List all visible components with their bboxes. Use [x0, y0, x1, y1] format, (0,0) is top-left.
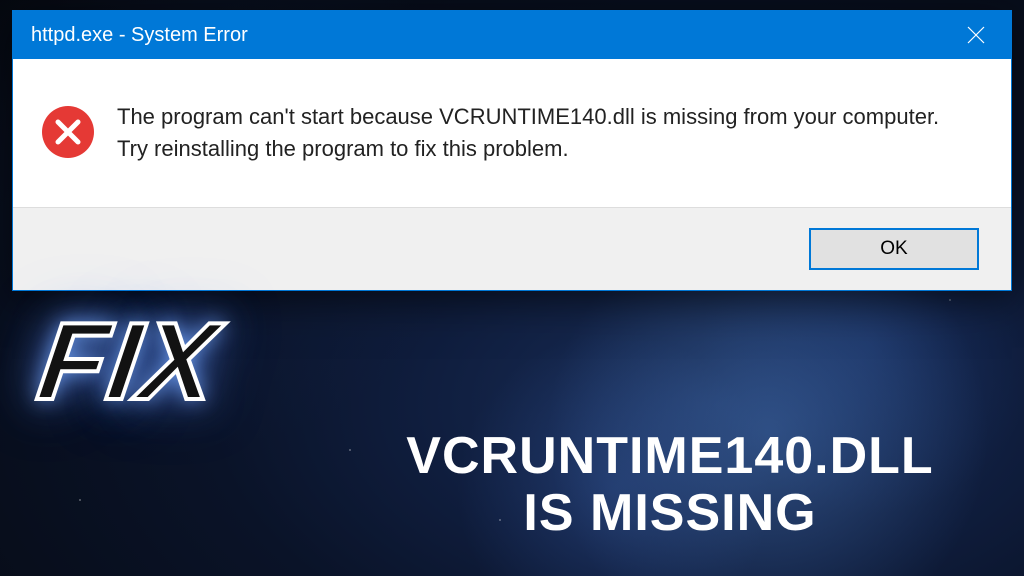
dialog-message: The program can't start because VCRUNTIM…	[117, 101, 975, 165]
error-dialog: httpd.exe - System Error The program can…	[12, 10, 1012, 291]
overlay-subtitle-line1: VCRUNTIME140.DLL	[330, 428, 1010, 485]
dialog-title: httpd.exe - System Error	[31, 24, 248, 47]
dialog-footer: OK	[13, 207, 1011, 290]
dialog-body: The program can't start because VCRUNTIM…	[13, 59, 1011, 207]
close-icon	[967, 26, 985, 44]
overlay-subtitle: VCRUNTIME140.DLL IS MISSING	[330, 428, 1010, 542]
close-button[interactable]	[941, 11, 1011, 59]
titlebar[interactable]: httpd.exe - System Error	[13, 11, 1011, 59]
error-icon	[41, 105, 95, 159]
overlay-fix-label: FIX	[31, 298, 226, 425]
ok-button[interactable]: OK	[809, 228, 979, 270]
overlay-subtitle-line2: IS MISSING	[330, 485, 1010, 542]
